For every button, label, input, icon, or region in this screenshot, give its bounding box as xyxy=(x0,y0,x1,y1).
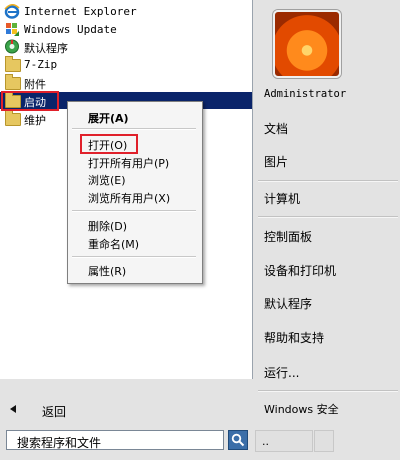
menu-item-properties[interactable]: 属性(R) xyxy=(88,263,126,279)
divider xyxy=(258,216,398,218)
back-button[interactable]: 返回 xyxy=(0,400,252,422)
devices-printers-link[interactable]: 设备和打印机 xyxy=(264,262,394,282)
menu-item-open-all-users[interactable]: 打开所有用户(P) xyxy=(88,155,169,171)
menu-item-delete[interactable]: 删除(D) xyxy=(88,218,127,234)
program-label: 维护 xyxy=(24,114,46,127)
program-internet-explorer[interactable]: Internet Explorer xyxy=(0,3,252,20)
user-name-link[interactable]: Administrator xyxy=(264,88,394,108)
windows-security-link[interactable]: Windows 安全 xyxy=(264,401,394,421)
folder-icon xyxy=(4,110,21,126)
menu-item-rename[interactable]: 重命名(M) xyxy=(88,236,139,252)
start-menu: Internet Explorer Windows Update 默认程序 7-… xyxy=(0,0,400,460)
control-panel-link[interactable]: 控制面板 xyxy=(264,228,394,248)
highlight-box-open xyxy=(80,134,138,154)
program-7zip-folder[interactable]: 7-Zip xyxy=(0,56,252,73)
default-programs-icon xyxy=(4,39,20,54)
shutdown-button[interactable]: .. xyxy=(255,430,313,452)
windows-update-icon xyxy=(4,22,20,37)
computer-link[interactable]: 计算机 xyxy=(264,190,394,210)
program-default-programs[interactable]: 默认程序 xyxy=(0,38,252,55)
folder-icon xyxy=(4,56,21,72)
divider xyxy=(258,180,398,182)
documents-link[interactable]: 文档 xyxy=(264,120,394,140)
menu-separator xyxy=(72,128,196,130)
back-arrow-icon xyxy=(10,405,16,413)
internet-explorer-icon xyxy=(4,4,20,19)
program-label: 默认程序 xyxy=(24,42,68,55)
menu-item-explore[interactable]: 浏览(E) xyxy=(88,172,126,188)
program-label: Internet Explorer xyxy=(24,5,137,18)
menu-item-explore-all-users[interactable]: 浏览所有用户(X) xyxy=(88,190,170,206)
search-icon xyxy=(231,433,245,447)
pictures-link[interactable]: 图片 xyxy=(264,153,394,173)
folder-icon xyxy=(4,74,21,90)
context-menu: 展开(A) 打开(O) 打开所有用户(P) 浏览(E) 浏览所有用户(X) 删除… xyxy=(67,101,203,284)
program-windows-update[interactable]: Windows Update xyxy=(0,21,252,38)
help-support-link[interactable]: 帮助和支持 xyxy=(264,329,394,349)
program-label: 7-Zip xyxy=(24,58,58,71)
highlight-box-startup xyxy=(1,91,59,111)
search-placeholder: 搜索程序和文件 xyxy=(17,436,102,450)
program-accessories-folder[interactable]: 附件 xyxy=(0,74,252,91)
shutdown-options-button[interactable] xyxy=(314,430,334,452)
search-input[interactable]: 搜索程序和文件 xyxy=(6,430,224,450)
run-link[interactable]: 运行... xyxy=(264,364,394,384)
menu-item-expand[interactable]: 展开(A) xyxy=(88,110,129,126)
shutdown-label: .. xyxy=(262,435,269,448)
user-avatar[interactable] xyxy=(273,10,341,78)
menu-separator xyxy=(72,256,196,258)
program-label: 附件 xyxy=(24,78,46,91)
program-label: Windows Update xyxy=(24,23,117,36)
default-programs-link[interactable]: 默认程序 xyxy=(264,295,394,315)
menu-separator xyxy=(72,210,196,212)
divider xyxy=(258,390,398,392)
search-button[interactable] xyxy=(228,430,248,450)
back-label: 返回 xyxy=(42,405,67,419)
